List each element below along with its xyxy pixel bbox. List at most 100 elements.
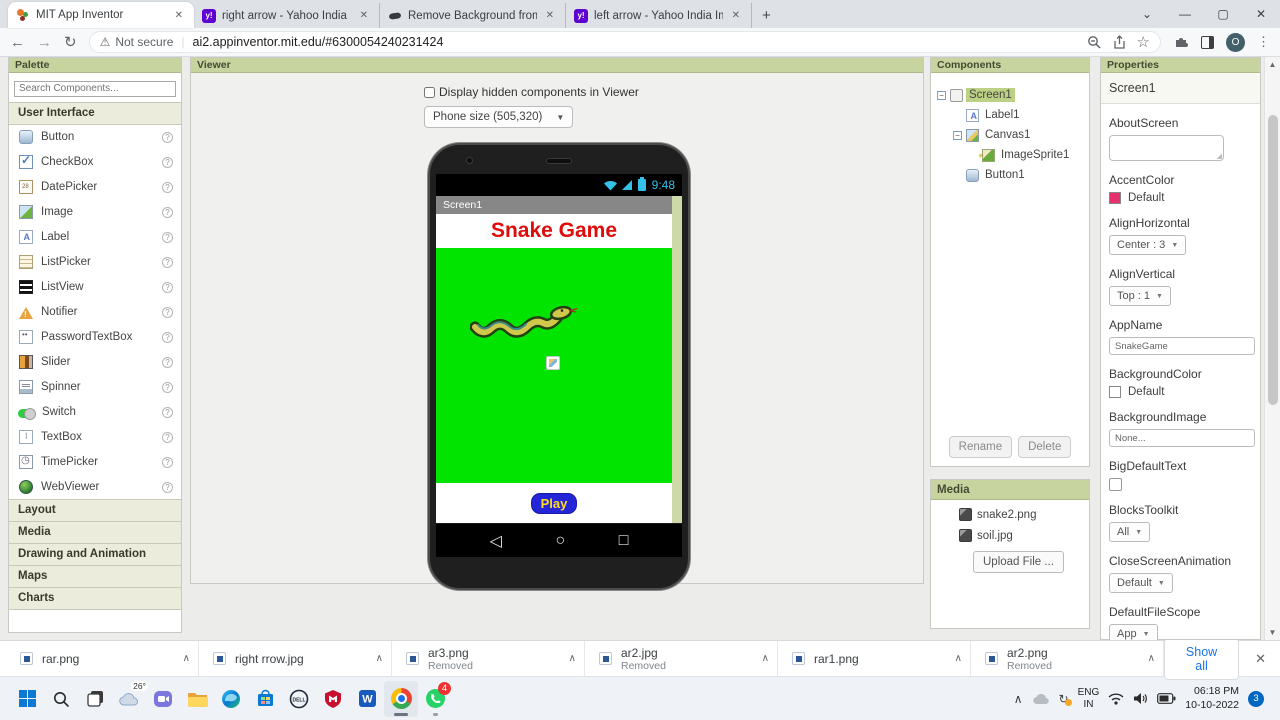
address-bar[interactable]: ⚠ Not secure | ai2.appinventor.mit.edu/#…	[88, 31, 1161, 53]
palette-item-image[interactable]: Image?	[9, 200, 181, 225]
property-input-backgroundimage[interactable]	[1109, 429, 1255, 447]
download-item[interactable]: rar1.png ∧	[778, 640, 971, 677]
chevron-up-icon[interactable]: ∧	[955, 653, 962, 664]
palette-item-textbox[interactable]: TextBox?	[9, 425, 181, 450]
palette-item-button[interactable]: Button?	[9, 125, 181, 150]
language-indicator[interactable]: ENG IN	[1078, 687, 1100, 710]
property-dropdown-alignvertical[interactable]: Top : 1 ▼	[1109, 286, 1171, 306]
help-icon[interactable]: ?	[162, 156, 173, 168]
chevron-up-icon[interactable]: ∧	[183, 653, 190, 664]
palette-section-charts[interactable]: Charts	[9, 586, 181, 610]
tab-close-icon[interactable]: ✕	[172, 9, 186, 22]
chevron-up-icon[interactable]: ∧	[762, 653, 769, 664]
download-item[interactable]: ar2.png Removed ∧	[971, 640, 1164, 677]
tray-battery-icon[interactable]	[1157, 693, 1176, 704]
rename-button[interactable]: Rename	[948, 436, 1013, 458]
palette-section-maps[interactable]: Maps	[9, 564, 181, 588]
nav-recents-icon[interactable]: □	[619, 532, 629, 550]
tree-item-screen1[interactable]: − Screen1	[931, 85, 1089, 105]
start-button[interactable]	[10, 681, 44, 717]
nav-home-icon[interactable]: ○	[555, 532, 565, 550]
window-close-button[interactable]: ✕	[1242, 0, 1280, 28]
palette-item-listpicker[interactable]: ListPicker?	[9, 250, 181, 275]
download-item[interactable]: ar3.png Removed ∧	[392, 640, 585, 677]
help-icon[interactable]: ?	[162, 456, 173, 468]
palette-section-layout[interactable]: Layout	[9, 498, 181, 522]
sync-icon[interactable]: ↻	[1059, 692, 1072, 706]
microsoft-store-icon[interactable]	[248, 681, 282, 717]
not-secure-warning[interactable]: ⚠ Not secure	[100, 35, 174, 49]
palette-item-datepicker[interactable]: DatePicker?	[9, 175, 181, 200]
palette-item-passwordtextbox[interactable]: PasswordTextBox?	[9, 325, 181, 350]
browser-tab[interactable]: MIT App Inventor ✕	[8, 2, 194, 28]
help-icon[interactable]: ?	[162, 206, 173, 218]
tab-close-icon[interactable]: ✕	[729, 9, 743, 22]
browser-tab[interactable]: Remove Background from Image ✕	[380, 3, 566, 28]
onedrive-icon[interactable]	[1032, 693, 1050, 705]
snake-sprite[interactable]	[470, 296, 578, 338]
image-sprite-placeholder[interactable]	[546, 356, 560, 370]
tab-close-icon[interactable]: ✕	[357, 9, 371, 22]
scroll-down-arrow[interactable]: ▼	[1265, 628, 1280, 637]
property-dropdown-closescreenanimation[interactable]: Default ▼	[1109, 573, 1173, 593]
media-file[interactable]: snake2.png	[959, 508, 1089, 521]
taskbar-search-icon[interactable]	[44, 681, 78, 717]
tab-search-icon[interactable]: ⌄	[1128, 0, 1166, 28]
browser-tab[interactable]: y! left arrow - Yahoo India Image Se ✕	[566, 3, 752, 28]
teams-chat-icon[interactable]	[146, 681, 180, 717]
property-dropdown-blockstoolkit[interactable]: All ▼	[1109, 522, 1151, 542]
property-color-accentcolor[interactable]: Default	[1109, 192, 1252, 204]
window-minimize-button[interactable]: —	[1166, 0, 1204, 28]
palette-item-checkbox[interactable]: CheckBox?	[9, 150, 181, 175]
task-view-icon[interactable]	[78, 681, 112, 717]
phone-size-dropdown[interactable]: Phone size (505,320) ▼	[424, 106, 574, 128]
palette-item-listview[interactable]: ListView?	[9, 275, 181, 300]
help-icon[interactable]: ?	[162, 356, 173, 368]
help-icon[interactable]: ?	[162, 381, 173, 393]
help-icon[interactable]: ?	[162, 281, 173, 293]
side-panel-icon[interactable]	[1201, 35, 1214, 49]
chevron-up-icon[interactable]: ∧	[1148, 653, 1155, 664]
help-icon[interactable]: ?	[162, 181, 173, 193]
page-scrollbar[interactable]: ▲ ▼	[1264, 57, 1280, 640]
tree-expander-icon[interactable]: −	[953, 130, 962, 140]
palette-item-spinner[interactable]: Spinner?	[9, 375, 181, 400]
palette-item-slider[interactable]: Slider?	[9, 350, 181, 375]
volume-icon[interactable]	[1133, 692, 1148, 705]
tree-item-canvas1[interactable]: − Canvas1	[931, 125, 1089, 145]
property-input-appname[interactable]	[1109, 337, 1255, 355]
property-dropdown-defaultfilescope[interactable]: App ▼	[1109, 624, 1158, 640]
help-icon[interactable]: ?	[162, 231, 173, 243]
url-text[interactable]: ai2.appinventor.mit.edu/#630005424023142…	[193, 35, 444, 49]
word-icon[interactable]: W	[350, 681, 384, 717]
tree-item-button1[interactable]: Button1	[931, 165, 1089, 185]
help-icon[interactable]: ?	[162, 406, 173, 418]
bookmark-star-icon[interactable]: ☆	[1137, 33, 1150, 51]
play-button[interactable]: Play	[530, 492, 578, 514]
nav-back-icon[interactable]: ◁	[490, 531, 502, 551]
back-icon[interactable]: ←	[10, 34, 25, 51]
download-item[interactable]: rar.png ∧	[6, 640, 199, 677]
new-tab-button[interactable]: +	[762, 7, 771, 24]
whatsapp-icon[interactable]: 4	[418, 681, 452, 717]
forward-icon[interactable]: →	[37, 34, 52, 51]
tree-expander-icon[interactable]: −	[937, 90, 946, 100]
tree-item-label1[interactable]: Label1	[931, 105, 1089, 125]
clock[interactable]: 06:18 PM 10-10-2022	[1185, 685, 1239, 712]
display-hidden-components-checkbox[interactable]	[424, 86, 435, 98]
tray-chevron-icon[interactable]: ∧	[1014, 692, 1023, 706]
weather-widget[interactable]: 26°	[112, 680, 148, 717]
palette-item-notifier[interactable]: Notifier?	[9, 300, 181, 325]
property-textarea-aboutscreen[interactable]	[1109, 135, 1224, 161]
mcafee-icon[interactable]	[316, 681, 350, 717]
property-color-backgroundcolor[interactable]: Default	[1109, 386, 1252, 398]
scrollbar-thumb[interactable]	[1268, 115, 1278, 405]
window-maximize-button[interactable]: ▢	[1204, 0, 1242, 28]
profile-avatar[interactable]: O	[1226, 32, 1245, 52]
help-icon[interactable]: ?	[162, 256, 173, 268]
tab-close-icon[interactable]: ✕	[543, 9, 557, 22]
help-icon[interactable]: ?	[162, 131, 173, 143]
property-checkbox-bigdefaulttext[interactable]	[1109, 478, 1122, 491]
notification-badge[interactable]: 3	[1248, 690, 1264, 707]
tray-wifi-icon[interactable]	[1108, 692, 1124, 705]
